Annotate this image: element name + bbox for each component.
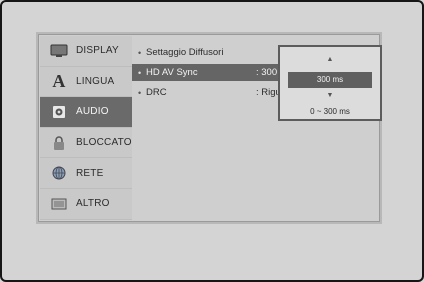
settings-icon — [50, 197, 68, 211]
padlock-icon — [50, 135, 68, 150]
sidebar-item-bloccato[interactable]: BLOCCATO — [40, 128, 132, 159]
value-picker-popup: ▲ 300 ms ▼ 0 ~ 300 ms — [278, 45, 382, 121]
row-label: DRC — [146, 87, 167, 98]
sync-value-field[interactable]: 300 ms — [288, 72, 372, 88]
speaker-icon — [50, 105, 68, 119]
sidebar-item-display[interactable]: DISPLAY — [40, 36, 132, 67]
sidebar-item-label: AUDIO — [76, 106, 109, 118]
monitor-icon — [50, 44, 68, 58]
globe-icon — [50, 166, 68, 180]
sidebar: DISPLAY A LINGUA AUDIO BLOCCATO RETE ALT… — [40, 36, 133, 220]
sidebar-item-audio[interactable]: AUDIO — [40, 97, 132, 128]
sidebar-item-label: DISPLAY — [76, 45, 119, 57]
bullet-icon: • — [138, 48, 142, 58]
sidebar-item-label: ALTRO — [76, 198, 110, 210]
sidebar-item-label: LINGUA — [76, 75, 115, 87]
up-arrow-icon[interactable]: ▲ — [280, 56, 380, 63]
bullet-icon: • — [138, 68, 142, 78]
bullet-icon: • — [138, 88, 142, 98]
letter-a-icon: A — [52, 71, 66, 92]
sidebar-item-altro[interactable]: ALTRO — [40, 189, 132, 220]
sidebar-item-label: BLOCCATO — [76, 137, 132, 149]
range-label: 0 ~ 300 ms — [310, 107, 350, 116]
row-label: Settaggio Diffusori — [146, 47, 224, 58]
sidebar-item-rete[interactable]: RETE — [40, 158, 132, 189]
row-label: HD AV Sync — [146, 67, 198, 78]
down-arrow-icon[interactable]: ▼ — [280, 92, 380, 99]
sidebar-item-label: RETE — [76, 167, 104, 179]
sidebar-item-lingua[interactable]: A LINGUA — [40, 67, 132, 98]
